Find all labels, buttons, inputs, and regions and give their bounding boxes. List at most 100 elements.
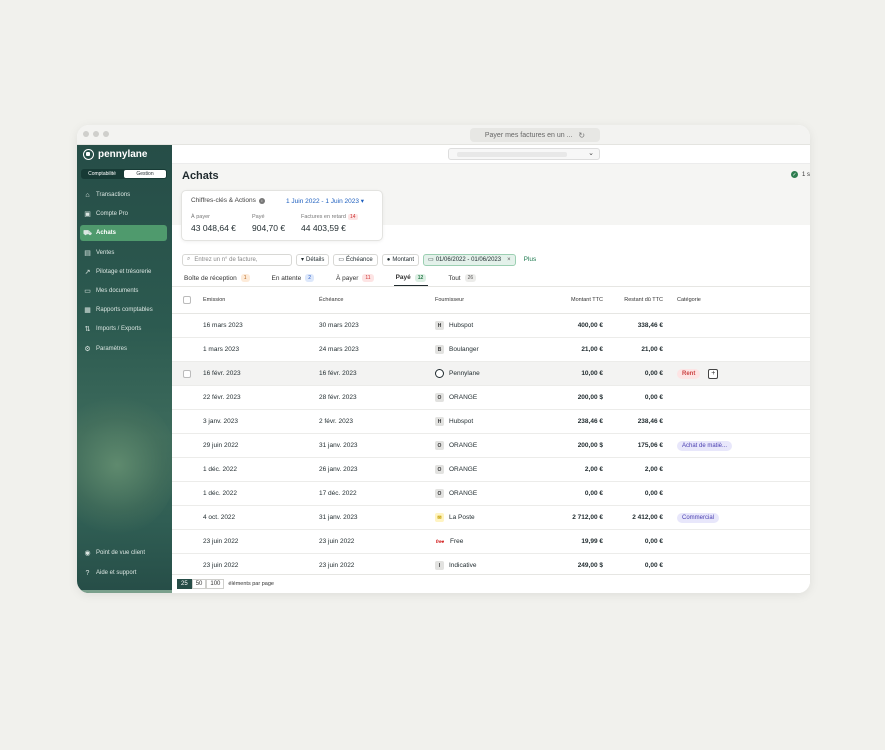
sidebar-item-pilotage-et-tr-sorerie[interactable]: ↗ Pilotage et trésorerie bbox=[80, 264, 167, 280]
category-tag[interactable]: Commercial bbox=[677, 512, 720, 523]
brand-logo[interactable]: pennylane bbox=[83, 149, 147, 160]
col-montant[interactable]: Montant TTC bbox=[571, 287, 603, 313]
cell-restant: 21,00 € bbox=[641, 346, 663, 353]
kpi-label-text: Factures en retard bbox=[301, 214, 346, 220]
page-size-25[interactable]: 25 bbox=[177, 579, 192, 589]
cell-echeance: 24 mars 2023 bbox=[319, 346, 359, 353]
kpi-title-text: Chiffres-clés & Actions bbox=[191, 197, 256, 204]
cell-fournisseur: O ORANGE bbox=[435, 386, 477, 409]
category-tag[interactable]: Achat de matiè... bbox=[677, 440, 733, 451]
supplier-name: Indicative bbox=[449, 562, 477, 569]
tab-pay-[interactable]: Payé 12 bbox=[393, 270, 429, 286]
cell-montant: 2 712,00 € bbox=[572, 514, 603, 521]
kpi-a-payer[interactable]: À payer 43 048,64 € bbox=[191, 214, 236, 233]
category-tag[interactable]: Rent bbox=[677, 368, 701, 379]
sidebar-item-label: Ventes bbox=[96, 249, 115, 256]
echeance-label: Échéance bbox=[346, 256, 373, 263]
montant-filter-button[interactable]: ● Montant bbox=[381, 253, 420, 266]
sidebar-item-compte-pro[interactable]: ▣ Compte Pro bbox=[80, 206, 167, 222]
kpi-factures-retard[interactable]: Factures en retard 14 44 403,59 € bbox=[301, 214, 358, 233]
supplier-name: Hubspot bbox=[449, 418, 474, 425]
cell-montant: 10,00 € bbox=[581, 370, 603, 377]
cell-emission: 4 oct. 2022 bbox=[203, 514, 236, 521]
gear-icon: ⚙ bbox=[84, 345, 91, 353]
sidebar-item-achats[interactable]: ⛟ Achats bbox=[80, 225, 167, 242]
table-row[interactable]: 4 oct. 2022 31 janv. 2023 ✉ La Poste 2 712,0… bbox=[172, 506, 810, 530]
page-size-50[interactable]: 50 bbox=[191, 579, 207, 589]
col-restant[interactable]: Restant dû TTC bbox=[624, 287, 663, 313]
segment-gestion[interactable]: Gestion bbox=[124, 170, 166, 178]
sidebar-item-ventes[interactable]: ▤ Ventes bbox=[80, 245, 167, 261]
sidebar-item-transactions[interactable]: ⌂ Transactions bbox=[80, 187, 167, 203]
table-row[interactable]: 1 déc. 2022 26 janv. 2023 O ORANGE 2,00 € 2,0… bbox=[172, 458, 810, 482]
kpi-date-range[interactable]: 1 Juin 2022 - 1 Juin 2023 ▾ bbox=[286, 197, 364, 205]
details-label: Détails bbox=[306, 256, 325, 263]
sidebar-item-point-de-vue-client[interactable]: ◉ Point de vue client bbox=[80, 545, 167, 561]
company-selector[interactable]: ⌄ bbox=[448, 148, 600, 160]
col-emission[interactable]: Emission bbox=[203, 287, 225, 313]
col-fournisseur[interactable]: Fournisseur bbox=[435, 287, 464, 313]
search-input[interactable]: ⌕ Entrez un n° de facture, bbox=[182, 253, 292, 266]
table-row[interactable]: 1 mars 2023 24 mars 2023 B Boulanger 21,00 €… bbox=[172, 338, 810, 362]
tab--payer[interactable]: À payer 11 bbox=[334, 270, 376, 286]
sidebar-item-param-tres[interactable]: ⚙ Paramètres bbox=[80, 341, 167, 357]
table-row[interactable]: 29 juin 2022 31 janv. 2023 O ORANGE 200,00 $… bbox=[172, 434, 810, 458]
col-categorie[interactable]: Catégorie bbox=[677, 287, 701, 313]
sidebar-item-aide-et-support[interactable]: ? Aide et support bbox=[80, 565, 167, 581]
close-icon[interactable]: × bbox=[507, 257, 511, 263]
cell-restant: 0,00 € bbox=[644, 394, 663, 401]
table-row[interactable]: 3 janv. 2023 2 févr. 2023 H Hubspot 238,46 €… bbox=[172, 410, 810, 434]
table-row[interactable]: 16 févr. 2023 16 févr. 2023 Pennylane 10,00… bbox=[172, 362, 810, 386]
sidebar-item-mes-documents[interactable]: ▭ Mes documents bbox=[80, 283, 167, 299]
date-range-label: 01/06/2022 - 01/06/2023 bbox=[435, 256, 502, 263]
reload-icon[interactable]: ↻ bbox=[578, 131, 585, 140]
kpi-paye[interactable]: Payé 904,70 € bbox=[252, 214, 285, 233]
add-category-button[interactable]: + bbox=[708, 368, 719, 379]
cart-icon: ⛟ bbox=[83, 229, 92, 237]
cell-emission: 29 juin 2022 bbox=[203, 442, 239, 449]
filter-bar: ⌕ Entrez un n° de facture, ▾ Détails ▭ É… bbox=[182, 253, 536, 266]
sidebar-item-imports-exports[interactable]: ⇅ Imports / Exports bbox=[80, 321, 167, 337]
cell-categorie: Achat de matiè... bbox=[677, 434, 733, 457]
cell-categorie: Commercial bbox=[677, 506, 720, 529]
cell-montant: 19,99 € bbox=[581, 538, 603, 545]
mode-switch: Comptabilité Gestion bbox=[81, 169, 167, 179]
calendar-icon: ▭ bbox=[338, 257, 345, 263]
tab-label: À payer bbox=[335, 274, 359, 282]
supplier-name: ORANGE bbox=[449, 442, 478, 449]
window-controls[interactable] bbox=[83, 131, 109, 137]
table-row[interactable]: 23 juin 2022 23 juin 2022 free Free 19,99 € 0… bbox=[172, 530, 810, 554]
col-echeance[interactable]: Échéance bbox=[319, 287, 343, 313]
select-all-checkbox[interactable] bbox=[183, 296, 191, 304]
cell-emission: 16 févr. 2023 bbox=[203, 370, 241, 377]
tab-tout[interactable]: Tout 26 bbox=[446, 270, 478, 286]
cell-montant: 0,00 € bbox=[584, 490, 603, 497]
sidebar-item-rapports-comptables[interactable]: ▦ Rapports comptables bbox=[80, 302, 167, 318]
sidebar-item-label: Transactions bbox=[96, 192, 131, 198]
page-size-100[interactable]: 100 bbox=[206, 579, 225, 589]
tab-bo-te-de-r-ception[interactable]: Boîte de réception 1 bbox=[182, 270, 252, 286]
more-filters-link[interactable]: Plus bbox=[524, 256, 537, 263]
table-row[interactable]: 16 mars 2023 30 mars 2023 H Hubspot 400,00 €… bbox=[172, 314, 810, 338]
row-checkbox[interactable] bbox=[183, 369, 191, 378]
search-icon: ⌕ bbox=[187, 256, 191, 262]
cell-restant: 238,46 € bbox=[637, 418, 663, 425]
kpi-value: 43 048,64 € bbox=[191, 223, 236, 233]
eye-icon: ◉ bbox=[84, 550, 91, 557]
cell-echeance: 17 déc. 2022 bbox=[319, 490, 357, 497]
tab-en-attente[interactable]: En attente 2 bbox=[270, 270, 316, 286]
date-range-filter[interactable]: ▭ 01/06/2022 - 01/06/2023 × bbox=[423, 253, 516, 266]
table-row[interactable]: 1 déc. 2022 17 déc. 2022 O ORANGE 0,00 € 0,00… bbox=[172, 482, 810, 506]
table-row[interactable]: 22 févr. 2023 28 févr. 2023 O ORANGE 200,00 … bbox=[172, 386, 810, 410]
cell-restant: 2 412,00 € bbox=[632, 514, 663, 521]
segment-comptabilite[interactable]: Comptabilité bbox=[81, 169, 123, 179]
details-filter-button[interactable]: ▾ Détails bbox=[296, 253, 330, 266]
chart-icon: ↗ bbox=[84, 268, 91, 276]
echeance-filter-button[interactable]: ▭ Échéance bbox=[333, 253, 378, 266]
pennylane-logo-icon bbox=[435, 369, 444, 378]
pagination: 25 50 100 éléments par page bbox=[172, 574, 810, 593]
sidebar: pennylane Comptabilité Gestion ⌂ Transact… bbox=[77, 145, 172, 593]
info-icon[interactable]: i bbox=[258, 197, 265, 204]
url-bar[interactable]: Payer mes factures en un ... ↻ bbox=[470, 128, 600, 142]
cell-emission: 3 janv. 2023 bbox=[203, 418, 238, 425]
